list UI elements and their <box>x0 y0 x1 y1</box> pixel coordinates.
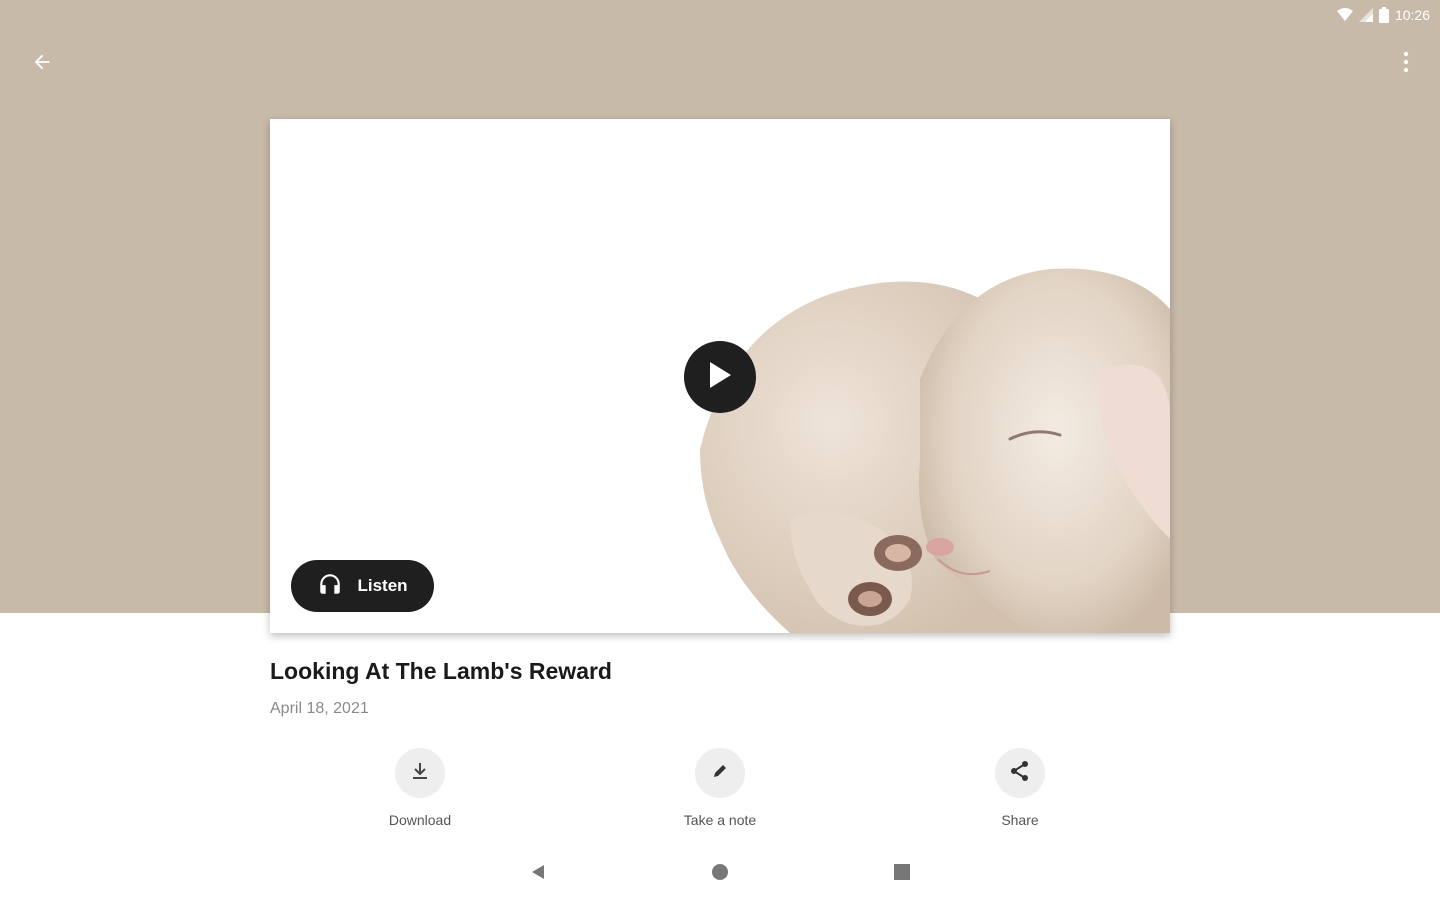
signal-icon <box>1358 8 1373 22</box>
share-label: Share <box>1001 812 1039 828</box>
sermon-title: Looking At The Lamb's Reward <box>270 658 612 684</box>
take-note-button[interactable]: Take a note <box>650 748 790 828</box>
nav-back-button[interactable] <box>524 860 552 888</box>
download-button[interactable]: Download <box>350 748 490 828</box>
listen-button[interactable]: Listen <box>291 560 434 612</box>
system-nav-bar <box>0 852 1440 896</box>
wifi-icon <box>1336 8 1353 22</box>
download-icon <box>410 761 430 786</box>
nav-recents-icon <box>893 863 911 886</box>
nav-home-button[interactable] <box>706 860 734 888</box>
take-note-label: Take a note <box>683 812 757 828</box>
back-button[interactable] <box>22 44 62 84</box>
download-label: Download <box>388 812 452 828</box>
sermon-date: April 18, 2021 <box>270 700 369 717</box>
take-note-icon-circle <box>695 748 745 798</box>
download-icon-circle <box>395 748 445 798</box>
nav-back-icon <box>529 863 547 886</box>
pencil-icon <box>710 761 730 786</box>
arrow-back-icon <box>31 51 53 78</box>
share-icon <box>1009 760 1031 787</box>
sermon-detail-screen: 10:26 Listen Looking At The Lamb's Rewar… <box>0 0 1440 900</box>
play-icon <box>707 360 733 395</box>
listen-label: Listen <box>357 576 408 595</box>
play-button[interactable] <box>684 341 756 413</box>
status-time: 10:26 <box>1394 7 1430 23</box>
nav-recents-button[interactable] <box>888 860 916 888</box>
battery-icon <box>1378 7 1389 23</box>
share-icon-circle <box>995 748 1045 798</box>
more-vert-icon <box>1403 51 1409 78</box>
headphones-icon <box>317 571 343 602</box>
nav-home-icon <box>711 863 729 886</box>
status-bar: 10:26 <box>1336 4 1430 26</box>
share-button[interactable]: Share <box>950 748 1090 828</box>
media-card: Listen <box>270 119 1170 633</box>
more-options-button[interactable] <box>1386 44 1426 84</box>
